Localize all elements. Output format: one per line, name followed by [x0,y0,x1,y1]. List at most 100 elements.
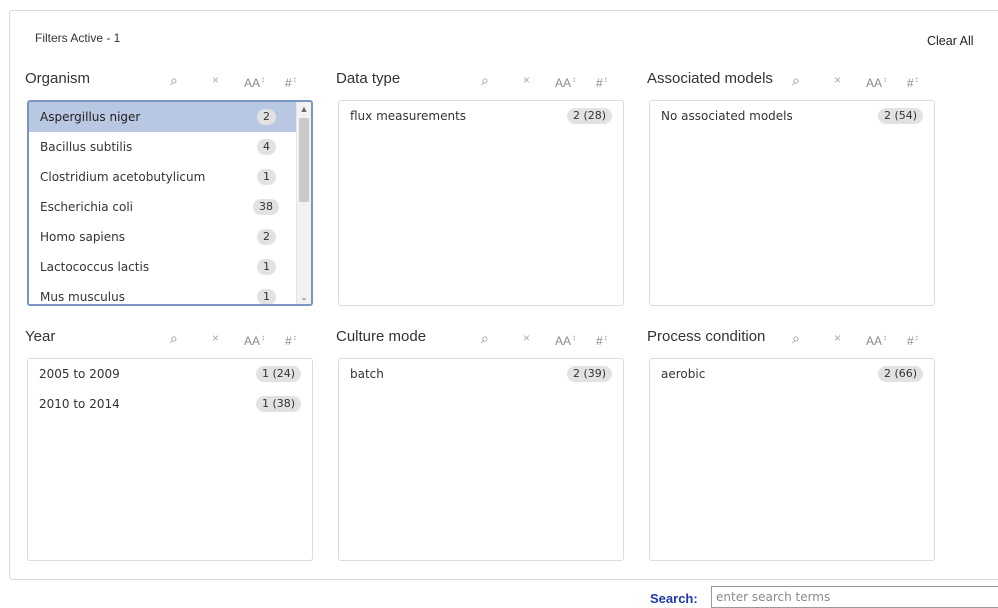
facet-list[interactable]: No associated models 2 (54) [649,100,935,306]
sort-alpha-icon[interactable]: AA↕ [555,71,576,92]
search-icon[interactable]: ⌕ [481,71,489,89]
count-badge: 1 [257,259,276,275]
sort-alpha-icon[interactable]: AA↕ [244,71,265,92]
sort-marker: ↕ [883,75,888,84]
count-badge: 2 (28) [567,108,613,124]
sort-marker: ↕ [883,333,888,342]
close-icon[interactable]: × [212,329,219,347]
scroll-up-arrow[interactable]: ▲ [297,102,311,116]
sort-count-icon[interactable]: #↕ [285,329,297,350]
facet-list[interactable]: Aspergillus niger 2 Bacillus subtilis 4 … [27,100,313,306]
facet-organism: Organism ⌕ × AA↕ #↕ Aspergillus niger 2 … [25,70,313,306]
scrollbar-thumb[interactable] [299,118,309,202]
facet-data-type: Data type ⌕ × AA↕ #↕ flux measurements 2… [336,70,624,306]
facet-list[interactable]: aerobic 2 (66) [649,358,935,561]
list-item[interactable]: 2010 to 2014 1 (38) [28,389,312,419]
close-icon[interactable]: × [834,329,841,347]
sort-count-glyph: # [285,334,292,348]
search-icon[interactable]: ⌕ [170,329,178,347]
count-badge: 1 (38) [256,396,302,412]
sort-alpha-glyph: AA [244,76,261,90]
item-label: 2005 to 2009 [39,367,120,381]
count-badge: 2 (39) [567,366,613,382]
item-label: Mus musculus [40,290,125,304]
count-badge: 1 (24) [256,366,302,382]
item-label: Lactococcus lactis [40,260,150,274]
sort-alpha-glyph: AA [555,334,572,348]
sort-count-glyph: # [596,76,603,90]
sort-alpha-icon[interactable]: AA↕ [866,71,887,92]
facet-title: Associated models [647,70,773,87]
item-label: aerobic [661,367,706,381]
list-item[interactable]: Clostridium acetobutylicum 1 [29,162,311,192]
list-item[interactable]: Aspergillus niger 2 [29,102,311,132]
item-label: Homo sapiens [40,230,126,244]
sort-count-icon[interactable]: #↕ [596,329,608,350]
list-item[interactable]: Escherichia coli 38 [29,192,311,222]
facet-title: Organism [25,70,91,87]
count-badge: 2 [257,229,276,245]
close-icon[interactable]: × [523,71,530,89]
sort-marker: ↕ [292,75,297,84]
list-item[interactable]: Lactococcus lactis 1 [29,252,311,282]
scrollbar[interactable]: ▲ ⌄ [296,102,311,304]
item-label: Aspergillus niger [40,110,141,124]
list-item[interactable]: aerobic 2 (66) [650,359,934,389]
count-badge: 2 (54) [878,108,924,124]
sort-marker: ↕ [292,333,297,342]
list-item[interactable]: Homo sapiens 2 [29,222,311,252]
list-item[interactable]: batch 2 (39) [339,359,623,389]
sort-alpha-icon[interactable]: AA↕ [866,329,887,350]
facet-associated-models: Associated models ⌕ × AA↕ #↕ No associat… [647,70,935,306]
sort-count-icon[interactable]: #↕ [596,71,608,92]
count-badge: 1 [257,289,276,304]
search-icon[interactable]: ⌕ [792,71,800,89]
count-badge: 4 [257,139,276,155]
list-item[interactable]: flux measurements 2 (28) [339,101,623,131]
item-label: 2010 to 2014 [39,397,120,411]
facet-title: Year [25,328,56,345]
sort-marker: ↕ [603,333,608,342]
close-icon[interactable]: × [834,71,841,89]
sort-marker: ↕ [261,75,266,84]
count-badge: 38 [253,199,279,215]
facet-list[interactable]: batch 2 (39) [338,358,624,561]
list-item[interactable]: Mus musculus 1 [29,282,311,304]
sort-alpha-glyph: AA [244,334,261,348]
facet-header: Culture mode ⌕ × AA↕ #↕ [336,328,624,354]
sort-marker: ↕ [261,333,266,342]
facet-header: Organism ⌕ × AA↕ #↕ [25,70,313,96]
facet-header: Data type ⌕ × AA↕ #↕ [336,70,624,96]
sort-alpha-icon[interactable]: AA↕ [244,329,265,350]
close-icon[interactable]: × [523,329,530,347]
list-item[interactable]: Bacillus subtilis 4 [29,132,311,162]
facet-header: Process condition ⌕ × AA↕ #↕ [647,328,935,354]
item-label: flux measurements [350,109,467,123]
clear-all-button[interactable]: Clear All [927,34,974,48]
close-icon[interactable]: × [212,71,219,89]
facet-culture-mode: Culture mode ⌕ × AA↕ #↕ batch 2 (39) [336,328,624,561]
sort-alpha-glyph: AA [555,76,572,90]
facet-year: Year ⌕ × AA↕ #↕ 2005 to 2009 1 (24) 2010… [25,328,313,561]
sort-count-icon[interactable]: #↕ [907,71,919,92]
item-label: Bacillus subtilis [40,140,133,154]
facet-header: Associated models ⌕ × AA↕ #↕ [647,70,935,96]
sort-count-icon[interactable]: #↕ [285,71,297,92]
list-item[interactable]: No associated models 2 (54) [650,101,934,131]
scroll-down-arrow[interactable]: ⌄ [297,290,311,304]
list-item[interactable]: 2005 to 2009 1 (24) [28,359,312,389]
search-icon[interactable]: ⌕ [481,329,489,347]
facet-list[interactable]: 2005 to 2009 1 (24) 2010 to 2014 1 (38) [27,358,313,561]
facet-list[interactable]: flux measurements 2 (28) [338,100,624,306]
search-icon[interactable]: ⌕ [792,329,800,347]
count-badge: 2 (66) [878,366,924,382]
count-badge: 2 [257,109,276,125]
sort-alpha-icon[interactable]: AA↕ [555,329,576,350]
sort-marker: ↕ [572,333,577,342]
sort-count-glyph: # [285,76,292,90]
search-icon[interactable]: ⌕ [170,71,178,89]
search-label: Search: [650,591,698,606]
sort-count-icon[interactable]: #↕ [907,329,919,350]
sort-alpha-glyph: AA [866,334,883,348]
sort-marker: ↕ [914,75,919,84]
